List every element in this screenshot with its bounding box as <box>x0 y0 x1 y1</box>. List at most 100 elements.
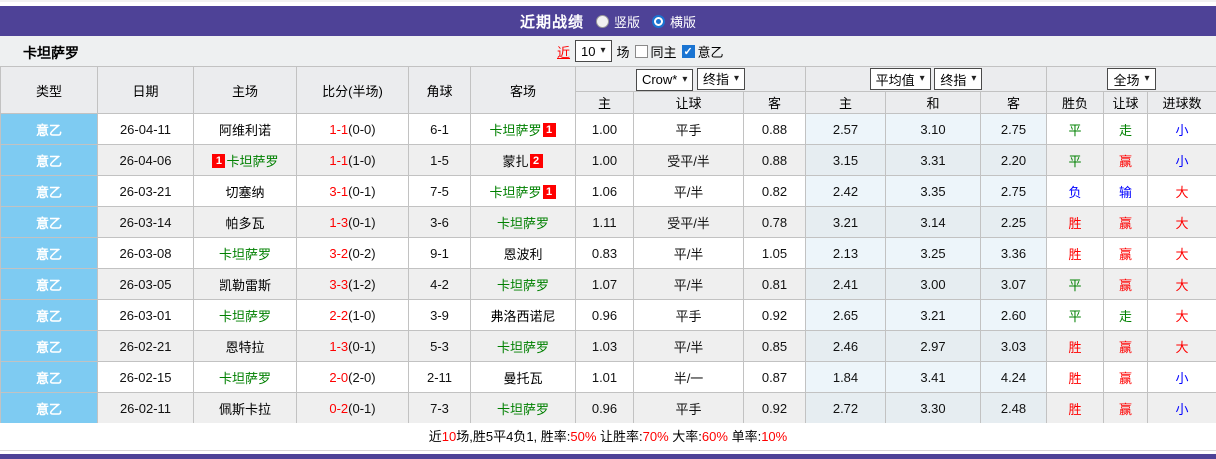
goals-result-cell: 大 <box>1146 330 1216 362</box>
team-name: 凯勒雷斯 <box>218 277 271 293</box>
league-cell: 意乙 <box>0 268 98 300</box>
handicap-result-cell: 赢 <box>1103 392 1148 424</box>
result-group-header: 全场 ▾ <box>1045 66 1216 92</box>
avg-draw-odds-cell: 3.30 <box>885 392 981 424</box>
avg-home-odds-cell: 2.65 <box>805 299 886 331</box>
avg-away-odds-cell: 2.48 <box>980 392 1047 424</box>
home-team-cell: 帕多瓦 <box>193 206 297 238</box>
full-match-select[interactable]: 全场 ▾ <box>1107 68 1156 90</box>
date-cell: 26-03-14 <box>97 206 194 238</box>
league-filter-checkbox[interactable]: ✓ 意乙 <box>681 42 724 61</box>
avg-draw-odds-cell: 3.10 <box>885 113 981 145</box>
fulltime-score: 1-3 <box>329 338 349 354</box>
summary-footer: 近10场,胜5平4负1, 胜率:50% 让胜率:70% 大率:60% 单率:10… <box>0 423 1216 451</box>
avg-home-odds-cell: 2.41 <box>805 268 886 300</box>
summary-segment: 场,胜5平4负1, 胜率: <box>456 429 571 444</box>
corner-cell: 1-5 <box>408 144 471 176</box>
team-name: 卡坦萨罗 <box>226 153 279 169</box>
avg-home-odds-cell: 2.13 <box>805 237 886 269</box>
average-odds-select[interactable]: 平均值 ▾ <box>869 68 931 90</box>
team-name: 卡坦萨罗 <box>496 215 549 231</box>
avg-draw-odds-cell: 3.41 <box>885 361 981 393</box>
chevron-down-icon: ▾ <box>600 45 606 56</box>
match-row: 意乙 26-04-06 1 卡坦萨罗 1-1(1-0) 1-5 蒙扎 2 1.00 受平/半 0.8… <box>0 144 1216 176</box>
col-header-home: 主场 <box>193 66 297 114</box>
layout-radio-horizontal[interactable]: 横版 <box>652 12 696 31</box>
same-home-checkbox[interactable]: 同主 <box>634 42 677 61</box>
team-name: 阿维利诺 <box>218 122 271 138</box>
league-cell: 意乙 <box>0 175 98 207</box>
result-cell: 平 <box>1046 268 1104 300</box>
layout-radio-vertical[interactable]: 竖版 <box>595 12 640 31</box>
fulltime-score: 0-2 <box>329 400 349 416</box>
final-odds-select-asia[interactable]: 终指 ▾ <box>697 67 746 90</box>
same-home-label: 同主 <box>650 44 677 60</box>
result-cell: 胜 <box>1046 330 1104 362</box>
handicap-cell: 平手 <box>633 113 744 145</box>
sub-header-euro-away: 客 <box>980 91 1047 114</box>
result-cell: 负 <box>1046 175 1104 207</box>
red-card-badge: 1 <box>542 184 556 199</box>
recent-link[interactable]: 近 <box>557 42 570 61</box>
checkbox-unchecked-icon[interactable] <box>634 44 648 58</box>
result-cell: 平 <box>1046 113 1104 145</box>
score-cell: 2-2(1-0) <box>296 299 409 331</box>
fulltime-score: 3-2 <box>329 245 349 261</box>
date-cell: 26-02-11 <box>97 392 194 424</box>
asia-away-odds-cell: 0.82 <box>743 175 806 207</box>
sub-header-handicap: 让球 <box>633 91 744 114</box>
goals-result-cell: 小 <box>1146 113 1216 145</box>
asia-home-odds-cell: 1.00 <box>575 144 634 176</box>
asia-away-odds-cell: 0.87 <box>743 361 806 393</box>
games-count-value: 10 <box>581 43 596 59</box>
halftime-score: (0-1) <box>348 183 376 199</box>
radio-unchecked-icon[interactable] <box>595 14 609 28</box>
team-name: 弗洛西诺尼 <box>490 308 556 324</box>
result-cell: 平 <box>1046 144 1104 176</box>
asia-odds-group-header: Crow* ▾ 终指 ▾ <box>575 66 806 92</box>
avg-away-odds-cell: 3.07 <box>980 268 1047 300</box>
bookmaker-select[interactable]: Crow* ▾ <box>635 68 694 91</box>
date-cell: 26-04-11 <box>97 113 194 145</box>
handicap-cell: 平手 <box>633 392 744 424</box>
avg-draw-odds-cell: 3.00 <box>885 268 981 300</box>
halftime-score: (0-2) <box>348 245 376 261</box>
radio-checked-icon[interactable] <box>652 14 665 28</box>
filter-toolbar: 卡坦萨罗 近 10 ▾ 场 同主 ✓ 意乙 <box>0 36 1216 66</box>
checkbox-checked-icon[interactable]: ✓ <box>681 44 695 58</box>
avg-away-odds-cell: 2.75 <box>980 113 1047 145</box>
home-team-cell: 切塞纳 <box>193 175 297 207</box>
asia-away-odds-cell: 0.81 <box>743 268 806 300</box>
away-team-cell: 卡坦萨罗 1 <box>470 175 576 207</box>
date-cell: 26-03-01 <box>97 299 194 331</box>
match-row: 意乙 26-03-01 卡坦萨罗 2-2(1-0) 3-9 弗洛西诺尼 0.96 平手 0.92… <box>0 299 1216 331</box>
asia-away-odds-cell: 0.92 <box>743 299 806 331</box>
summary-segment: 10% <box>761 429 788 444</box>
handicap-result-cell: 赢 <box>1103 330 1148 362</box>
team-name: 佩斯卡拉 <box>218 401 271 417</box>
games-count-select[interactable]: 10 ▾ <box>575 40 612 62</box>
summary-segment: 让胜率: <box>596 429 643 444</box>
handicap-cell: 平/半 <box>633 330 744 362</box>
score-cell: 3-1(0-1) <box>296 175 409 207</box>
handicap-result-cell: 赢 <box>1103 206 1148 238</box>
corner-cell: 6-1 <box>408 113 471 145</box>
team-name: 帕多瓦 <box>225 215 265 231</box>
match-row: 意乙 26-03-05 凯勒雷斯 3-3(1-2) 4-2 卡坦萨罗 1.07 平/半 0.81… <box>0 268 1216 300</box>
red-card-badge: 2 <box>529 153 543 168</box>
match-row: 意乙 26-02-11 佩斯卡拉 0-2(0-1) 7-3 卡坦萨罗 0.96 平手 0.92 2… <box>0 392 1216 424</box>
chevron-down-icon: ▾ <box>971 73 977 84</box>
handicap-result-cell: 赢 <box>1103 268 1148 300</box>
team-name: 恩波利 <box>503 246 543 262</box>
handicap-cell: 平/半 <box>633 268 744 300</box>
fulltime-score: 3-3 <box>329 276 349 292</box>
games-unit-label: 场 <box>616 44 630 60</box>
home-team-cell: 卡坦萨罗 <box>193 237 297 269</box>
halftime-score: (1-0) <box>348 152 376 168</box>
sub-header-goals: 进球数 <box>1146 91 1216 114</box>
team-name: 曼托瓦 <box>503 370 543 386</box>
asia-away-odds-cell: 1.05 <box>743 237 806 269</box>
fulltime-score: 1-3 <box>329 214 349 230</box>
final-odds-select-euro[interactable]: 终指 ▾ <box>934 68 983 90</box>
handicap-result-cell: 赢 <box>1103 144 1148 176</box>
